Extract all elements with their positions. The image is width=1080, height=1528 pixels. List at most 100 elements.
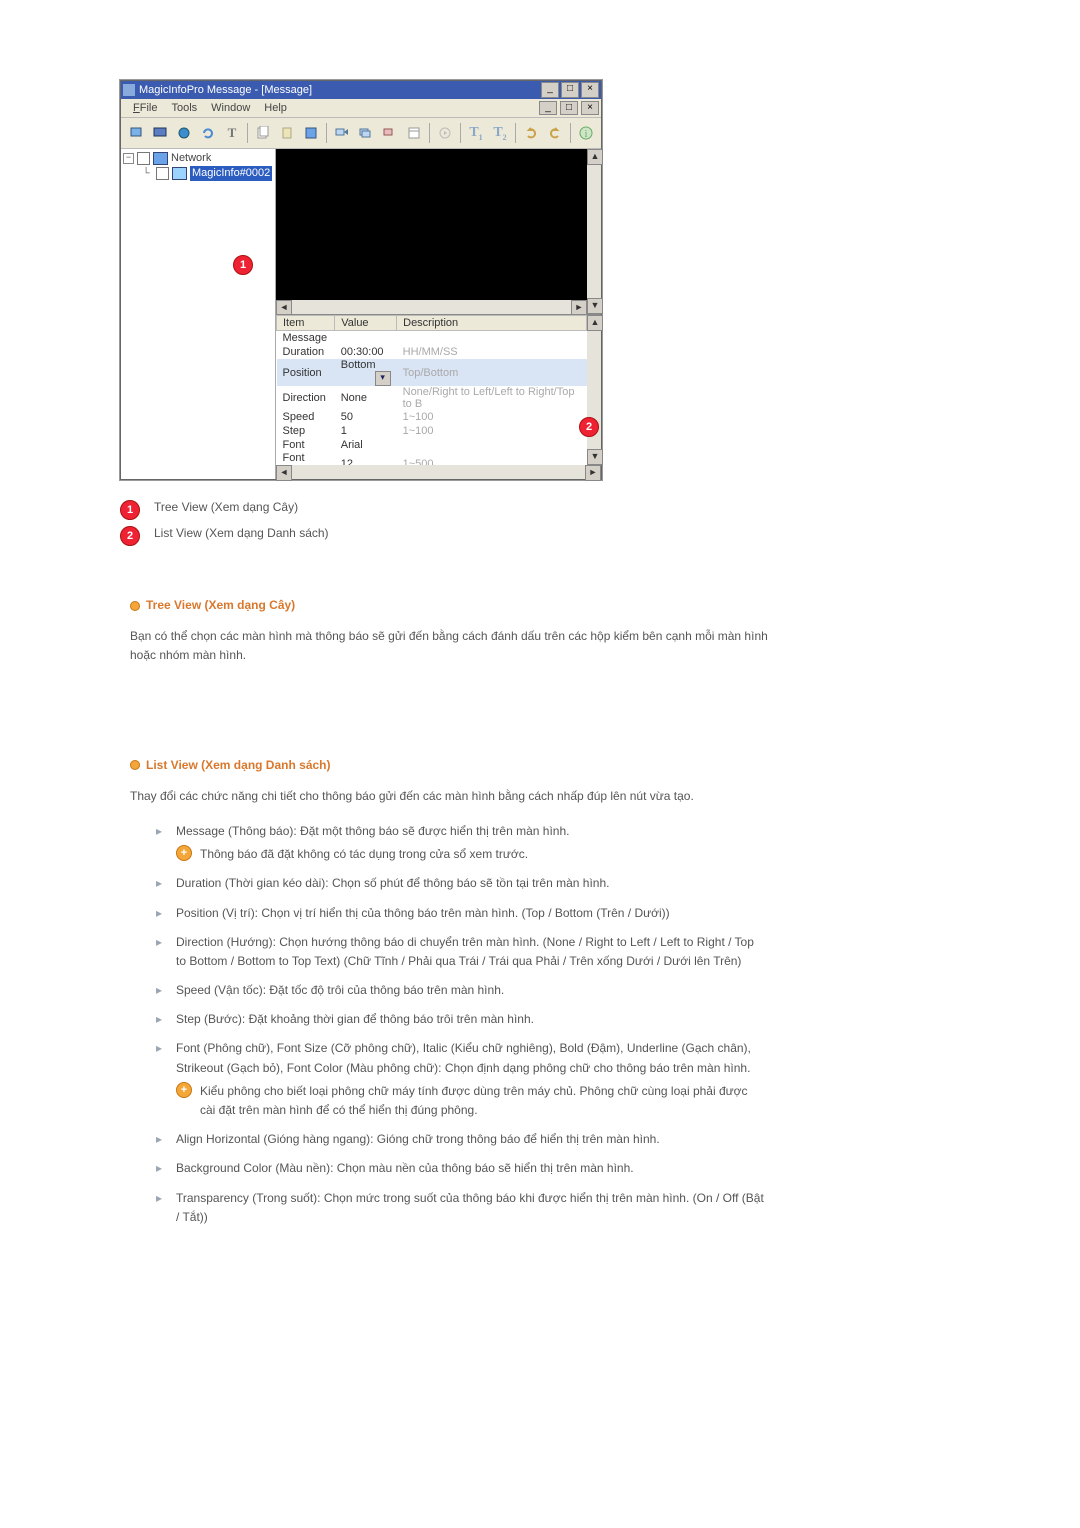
tool-redo-icon[interactable] <box>544 122 566 144</box>
legend-text: Tree View (Xem dạng Cây) <box>154 500 298 514</box>
monitor-icon <box>172 167 187 180</box>
grid-row[interactable]: PositionBottom▾Top/Bottom <box>277 359 587 386</box>
bullet-icon <box>130 760 140 770</box>
tree-child-checkbox[interactable] <box>156 167 169 180</box>
tool-text-icon[interactable]: T <box>221 122 243 144</box>
tool-stopall-icon[interactable] <box>379 122 401 144</box>
tool-refresh-icon[interactable] <box>197 122 219 144</box>
expand-icon[interactable]: − <box>123 153 134 164</box>
section-tree-body: Bạn có thể chọn các màn hình mà thông bá… <box>130 627 770 665</box>
app-window: MagicInfoPro Message - [Message] _ □ × F… <box>120 80 602 480</box>
tree-child-label: MagicInfo#0002 <box>190 166 272 181</box>
list-item: Direction (Hướng): Chọn hướng thông báo … <box>156 933 766 971</box>
tool-t1-icon[interactable]: T1 <box>465 122 487 144</box>
menu-file[interactable]: FFile <box>127 102 163 114</box>
section-list-items: Message (Thông báo): Đặt một thông báo s… <box>156 822 766 1227</box>
legend: 1 Tree View (Xem dạng Cây) 2 List View (Xem… <box>120 500 1080 546</box>
dropdown-button[interactable]: ▾ <box>375 371 391 386</box>
list-scroll-down-icon[interactable]: ▼ <box>587 449 603 465</box>
grid-row[interactable]: DirectionNoneNone/Right to Left/Left to … <box>277 386 587 410</box>
grid-header[interactable]: Item <box>277 316 335 331</box>
maximize-button[interactable]: □ <box>561 82 579 98</box>
toolbar: T T1 T2 i <box>121 118 601 149</box>
preview-vscroll[interactable]: ▲ ▼ <box>587 149 601 314</box>
tool-connect-icon[interactable] <box>125 122 147 144</box>
tree-child[interactable]: └ MagicInfo#0002 <box>123 166 273 181</box>
plus-icon: + <box>176 845 192 861</box>
callout-1: 1 <box>233 255 253 275</box>
list-hscroll[interactable]: ◄ ► <box>276 465 601 479</box>
list-item-note: +Kiểu phông cho biết loại phông chữ máy … <box>176 1082 766 1120</box>
app-icon <box>123 84 135 96</box>
section-list-intro: Thay đổi các chức năng chi tiết cho thôn… <box>130 787 770 806</box>
list-item: Background Color (Màu nền): Chọn màu nền… <box>156 1159 766 1178</box>
svg-text:i: i <box>585 129 588 140</box>
preview-area <box>276 149 587 300</box>
grid-row[interactable]: Step11~100 <box>277 424 587 438</box>
grid-row[interactable]: Speed501~100 <box>277 410 587 424</box>
grid-row[interactable]: Font Size121~500 <box>277 452 587 465</box>
legend-badge: 2 <box>120 526 140 546</box>
list-item: Message (Thông báo): Đặt một thông báo s… <box>156 822 766 864</box>
menubar: FFile Tools Window Help _ □ × <box>121 99 601 118</box>
bullet-icon <box>130 601 140 611</box>
section-tree-title: Tree View (Xem dạng Cây) <box>130 596 960 615</box>
grid-header[interactable]: Value <box>335 316 397 331</box>
list-item: Transparency (Trong suốt): Chọn mức tron… <box>156 1189 766 1227</box>
tool-info-icon[interactable]: i <box>575 122 597 144</box>
legend-text: List View (Xem dạng Danh sách) <box>154 526 329 540</box>
plus-icon: + <box>176 1082 192 1098</box>
list-item-note: +Thông báo đã đặt không có tác dụng tron… <box>176 845 766 864</box>
tool-paste-icon[interactable] <box>276 122 298 144</box>
tree-view-panel: − Network └ MagicInfo#0002 1 <box>121 149 276 479</box>
mdi-minimize-button[interactable]: _ <box>539 101 557 115</box>
list-item: Step (Bước): Đặt khoảng thời gian để thô… <box>156 1010 766 1029</box>
grid-header[interactable]: Description <box>397 316 587 331</box>
list-item: Font (Phông chữ), Font Size (Cỡ phông ch… <box>156 1039 766 1120</box>
property-grid[interactable]: ItemValueDescriptionMessageDuration00:30… <box>276 315 587 465</box>
grid-row[interactable]: Message <box>277 331 587 346</box>
list-scroll-left-icon[interactable]: ◄ <box>276 465 292 481</box>
tool-monitor-icon[interactable] <box>149 122 171 144</box>
scroll-up-icon[interactable]: ▲ <box>587 149 603 165</box>
section-list-title: List View (Xem dạng Danh sách) <box>130 756 960 775</box>
grid-row[interactable]: Duration00:30:00HH/MM/SS <box>277 345 587 359</box>
window-title: MagicInfoPro Message - [Message] <box>139 84 312 96</box>
list-scroll-up-icon[interactable]: ▲ <box>587 315 603 331</box>
tool-send-icon[interactable] <box>331 122 353 144</box>
legend-row: 2 List View (Xem dạng Danh sách) <box>120 526 1080 546</box>
tool-t2-icon[interactable]: T2 <box>489 122 511 144</box>
mdi-close-button[interactable]: × <box>581 101 599 115</box>
tool-schedule-icon[interactable] <box>403 122 425 144</box>
tool-undo-icon[interactable] <box>520 122 542 144</box>
tool-globe-icon[interactable] <box>173 122 195 144</box>
close-button[interactable]: × <box>581 82 599 98</box>
legend-badge: 1 <box>120 500 140 520</box>
minimize-button[interactable]: _ <box>541 82 559 98</box>
tool-play-icon[interactable] <box>434 122 456 144</box>
tree-root-label: Network <box>171 151 211 166</box>
menu-window[interactable]: Window <box>205 102 256 114</box>
list-item: Align Horizontal (Gióng hàng ngang): Gió… <box>156 1130 766 1149</box>
menu-help[interactable]: Help <box>258 102 293 114</box>
list-item: Duration (Thời gian kéo dài): Chọn số ph… <box>156 874 766 893</box>
preview-hscroll[interactable]: ◄ ► <box>276 300 587 314</box>
list-vscroll[interactable]: ▲ ▼ <box>587 315 601 465</box>
network-icon <box>153 152 168 165</box>
tree-root-checkbox[interactable] <box>137 152 150 165</box>
tool-save-icon[interactable] <box>300 122 322 144</box>
list-scroll-right-icon[interactable]: ► <box>585 465 601 481</box>
scroll-down-icon[interactable]: ▼ <box>587 298 603 314</box>
titlebar: MagicInfoPro Message - [Message] _ □ × <box>121 81 601 99</box>
menu-tools[interactable]: Tools <box>165 102 203 114</box>
tree-branch-icon: └ <box>139 166 153 181</box>
legend-row: 1 Tree View (Xem dạng Cây) <box>120 500 1080 520</box>
tool-sendall-icon[interactable] <box>355 122 377 144</box>
mdi-restore-button[interactable]: □ <box>560 101 578 115</box>
list-item: Position (Vị trí): Chọn vị trí hiển thị … <box>156 904 766 923</box>
tree-root[interactable]: − Network <box>123 151 273 166</box>
list-item: Speed (Vận tốc): Đặt tốc độ trôi của thô… <box>156 981 766 1000</box>
tool-copy-icon[interactable] <box>252 122 274 144</box>
callout-2: 2 <box>579 417 599 437</box>
grid-row[interactable]: FontArial <box>277 438 587 452</box>
